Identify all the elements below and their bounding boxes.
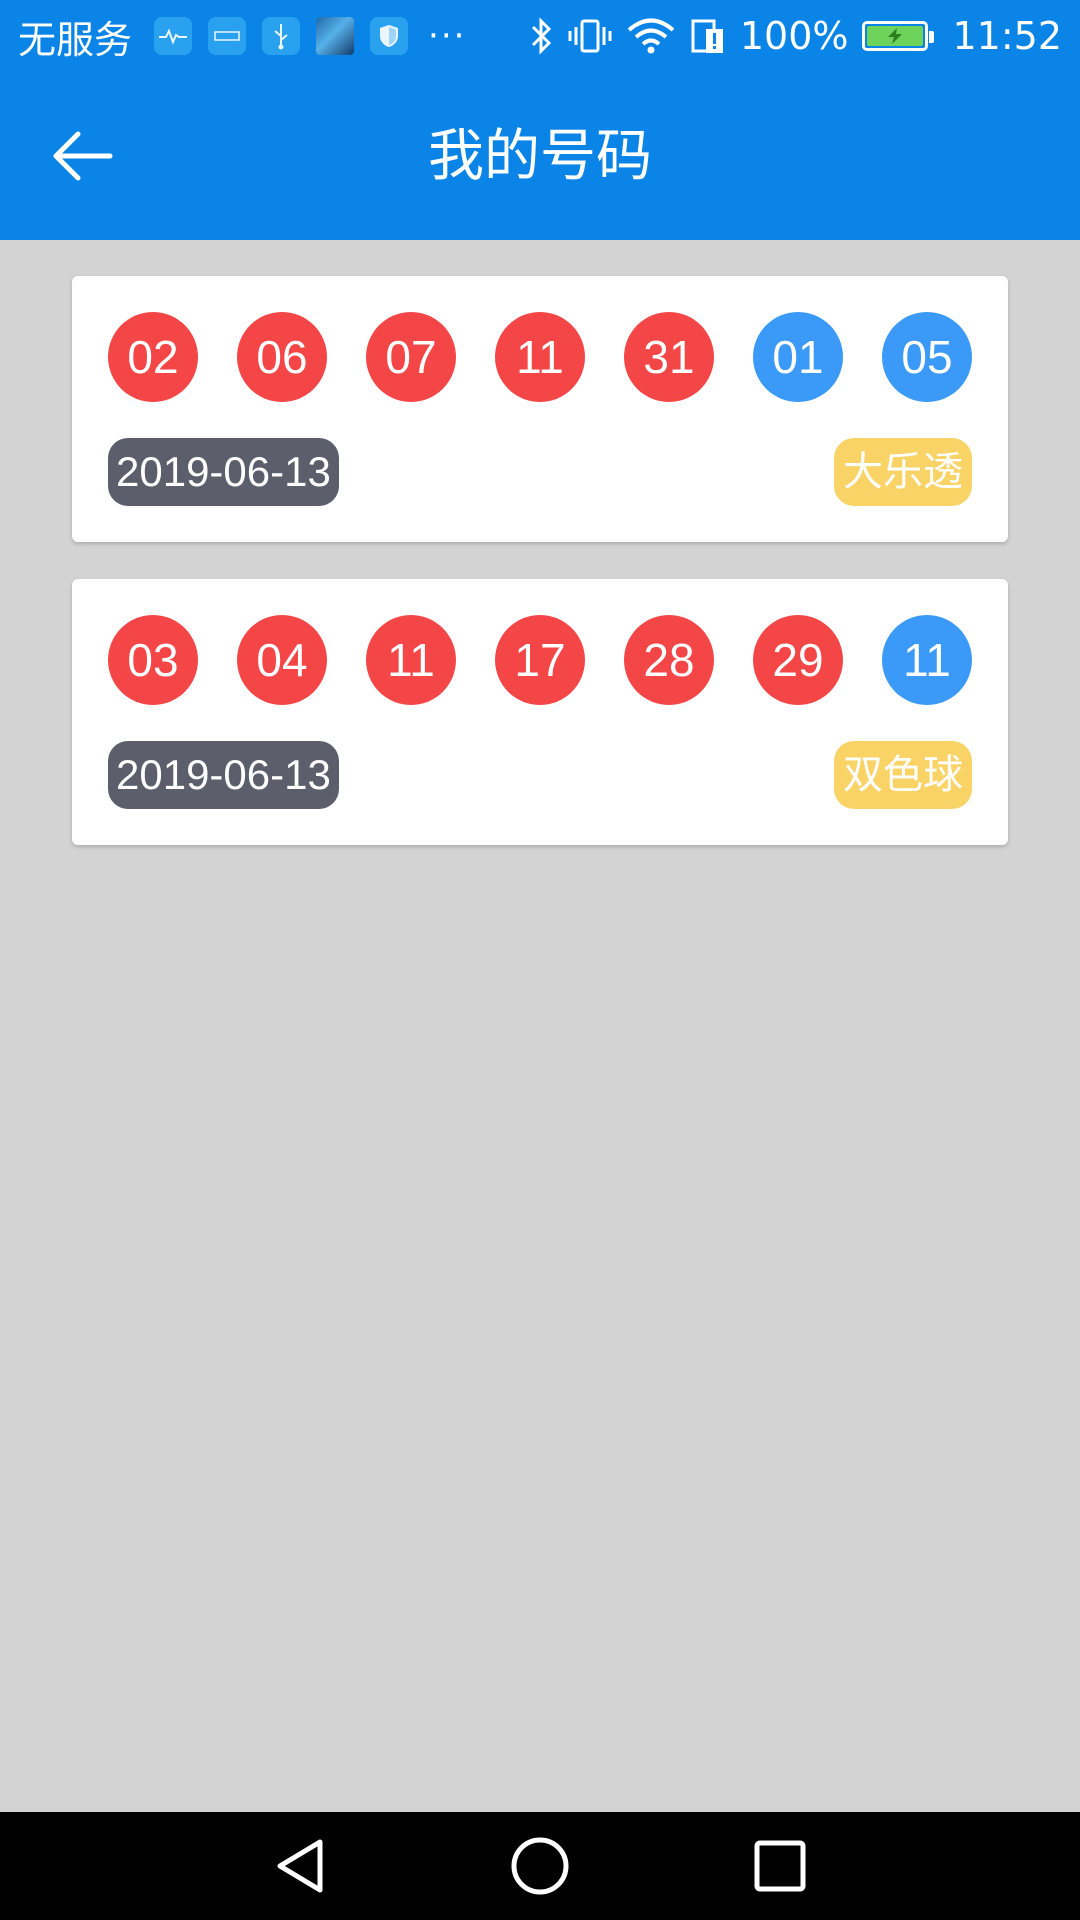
clock: 11:52 [952,14,1062,58]
battery-percent: 100% [739,14,849,58]
red-ball: 11 [495,312,585,402]
red-ball: 03 [108,615,198,705]
red-ball: 02 [108,312,198,402]
bluetooth-icon [528,17,554,55]
red-ball: 11 [366,615,456,705]
back-triangle-icon [277,1839,323,1893]
red-ball: 17 [495,615,585,705]
status-left: 无服务 ··· [18,9,466,64]
app-bar: 我的号码 [0,72,1080,240]
carrier-label: 无服务 [18,17,133,62]
ticket-card[interactable]: 03 04 11 17 28 29 11 2019-06-13 双色球 [72,579,1008,845]
ticket-numbers: 03 04 11 17 28 29 11 [108,615,972,705]
system-nav-bar [0,1812,1080,1920]
app-icon [208,17,247,55]
ticket-list: 02 06 07 11 31 01 05 2019-06-13 大乐透 03 0… [72,276,1008,882]
vibrate-icon [568,17,612,55]
lottery-type-badge: 大乐透 [834,438,972,506]
battery-icon [862,21,935,51]
red-ball: 07 [366,312,456,402]
ticket-card[interactable]: 02 06 07 11 31 01 05 2019-06-13 大乐透 [72,276,1008,542]
nav-recents-button[interactable] [746,1832,814,1900]
battery-level [867,26,924,46]
page-title: 我的号码 [428,124,652,189]
red-ball: 29 [753,615,843,705]
red-ball: 06 [237,312,327,402]
shield-icon [370,17,409,55]
red-ball: 28 [624,615,714,705]
ticket-numbers: 02 06 07 11 31 01 05 [108,312,972,402]
lottery-type-badge: 双色球 [834,741,972,809]
blue-ball: 05 [882,312,972,402]
blue-ball: 01 [753,312,843,402]
status-right: 100% 11:52 [528,14,1062,58]
usb-icon [262,17,301,55]
blue-ball: 11 [882,615,972,705]
screen: 无服务 ··· 100% 11:52 我的号码 02 06 07 11 31 0… [0,0,1080,1920]
red-ball: 04 [237,615,327,705]
red-ball: 31 [624,312,714,402]
photo-icon [316,17,355,55]
more-notifications-icon: ··· [428,16,467,56]
date-badge: 2019-06-13 [108,438,339,506]
nav-home-button[interactable] [506,1832,574,1900]
status-bar: 无服务 ··· 100% 11:52 [0,0,1080,72]
recents-square-icon [754,1840,806,1892]
wifi-icon [626,17,676,55]
date-badge: 2019-06-13 [108,741,339,809]
health-icon [154,17,193,55]
sim-alert-icon [690,17,726,55]
nav-back-button[interactable] [266,1832,334,1900]
home-circle-icon [511,1837,569,1895]
